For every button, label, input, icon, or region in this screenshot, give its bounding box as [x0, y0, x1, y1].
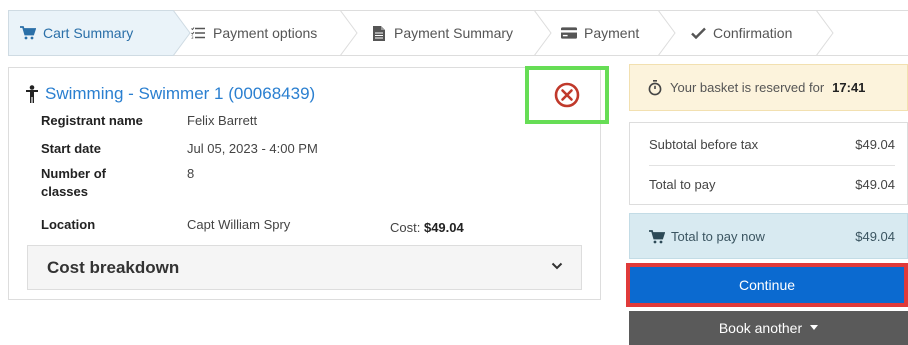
step-separator: [534, 10, 552, 56]
step-cart-summary[interactable]: Cart Summary: [20, 10, 133, 56]
remove-item-button[interactable]: [525, 66, 609, 124]
reserve-text: Your basket is reserved for: [670, 80, 825, 95]
step-label: Payment Summary: [394, 25, 514, 41]
detail-value: Capt William Spry: [187, 217, 291, 232]
detail-label: Number of classes: [41, 166, 106, 199]
list-icon: 3: [190, 25, 206, 41]
total-row: Total to pay $49.04: [649, 165, 895, 205]
cost-value: $49.04: [423, 220, 464, 235]
check-icon: [690, 25, 706, 41]
detail-label: Location: [41, 217, 96, 232]
cost-breakdown-label: Cost breakdown: [47, 258, 180, 277]
step-label: Payment: [584, 25, 640, 41]
total-value: $49.04: [855, 177, 895, 192]
svg-text:3: 3: [191, 35, 194, 39]
step-separator: [658, 10, 676, 56]
pay-now-label: Total to pay now: [671, 229, 765, 244]
stopwatch-icon: [648, 79, 662, 96]
detail-value: 8: [187, 166, 195, 181]
pay-now-label-wrap: Total to pay now: [649, 229, 765, 244]
cart-icon: [649, 229, 665, 244]
detail-value: Jul 05, 2023 - 4:00 PM: [187, 141, 318, 156]
item-title[interactable]: Swimming - Swimmer 1 (00068439): [25, 84, 315, 104]
chevron-down-icon: [551, 262, 563, 270]
total-label: Total to pay: [649, 177, 716, 192]
totals-box: Subtotal before tax $49.04 Total to pay …: [629, 122, 908, 205]
step-label: Payment options: [213, 25, 318, 41]
detail-value: Felix Barrett: [187, 113, 258, 128]
credit-card-icon: [561, 25, 577, 41]
subtotal-label: Subtotal before tax: [649, 137, 759, 152]
continue-label: Continue: [738, 277, 796, 293]
step-separator: [816, 10, 834, 56]
step-label: Confirmation: [713, 25, 793, 41]
continue-button[interactable]: Continue: [626, 263, 908, 307]
item-cost: Cost: $49.04: [390, 220, 464, 235]
item-title-text: Swimming - Swimmer 1 (00068439): [45, 84, 316, 103]
cart-item-panel: Swimming - Swimmer 1 (00068439) Registra…: [8, 66, 609, 300]
step-label: Cart Summary: [43, 25, 134, 41]
step-separator: [173, 10, 191, 56]
subtotal-row: Subtotal before tax $49.04: [649, 125, 895, 165]
step-confirmation[interactable]: Confirmation: [690, 10, 792, 56]
subtotal-value: $49.04: [855, 137, 895, 152]
pay-now-value: $49.04: [855, 229, 895, 244]
caret-down-icon: [810, 325, 819, 331]
cart-icon: [20, 25, 36, 41]
detail-label: Start date: [41, 141, 101, 156]
swimmer-icon: [25, 85, 39, 103]
step-payment[interactable]: Payment: [561, 10, 639, 56]
checkout-steps: Cart Summary 3 Payment options Payment S…: [8, 10, 908, 56]
basket-reservation-notice: Your basket is reserved for 17:41: [629, 64, 908, 111]
document-icon: [371, 25, 387, 41]
detail-label: Registrant name: [41, 113, 143, 128]
total-to-pay-now: Total to pay now $49.04: [629, 213, 908, 259]
book-another-label: Book another: [718, 320, 803, 336]
remove-circle-icon: [553, 81, 581, 109]
cost-breakdown-toggle[interactable]: Cost breakdown: [27, 245, 582, 290]
cost-label: Cost:: [390, 220, 421, 235]
book-another-button[interactable]: Book another: [629, 311, 908, 345]
reserve-time: 17:41: [832, 80, 866, 95]
step-payment-summary[interactable]: Payment Summary: [371, 10, 513, 56]
step-payment-options[interactable]: 3 Payment options: [190, 10, 317, 56]
step-separator: [340, 10, 358, 56]
